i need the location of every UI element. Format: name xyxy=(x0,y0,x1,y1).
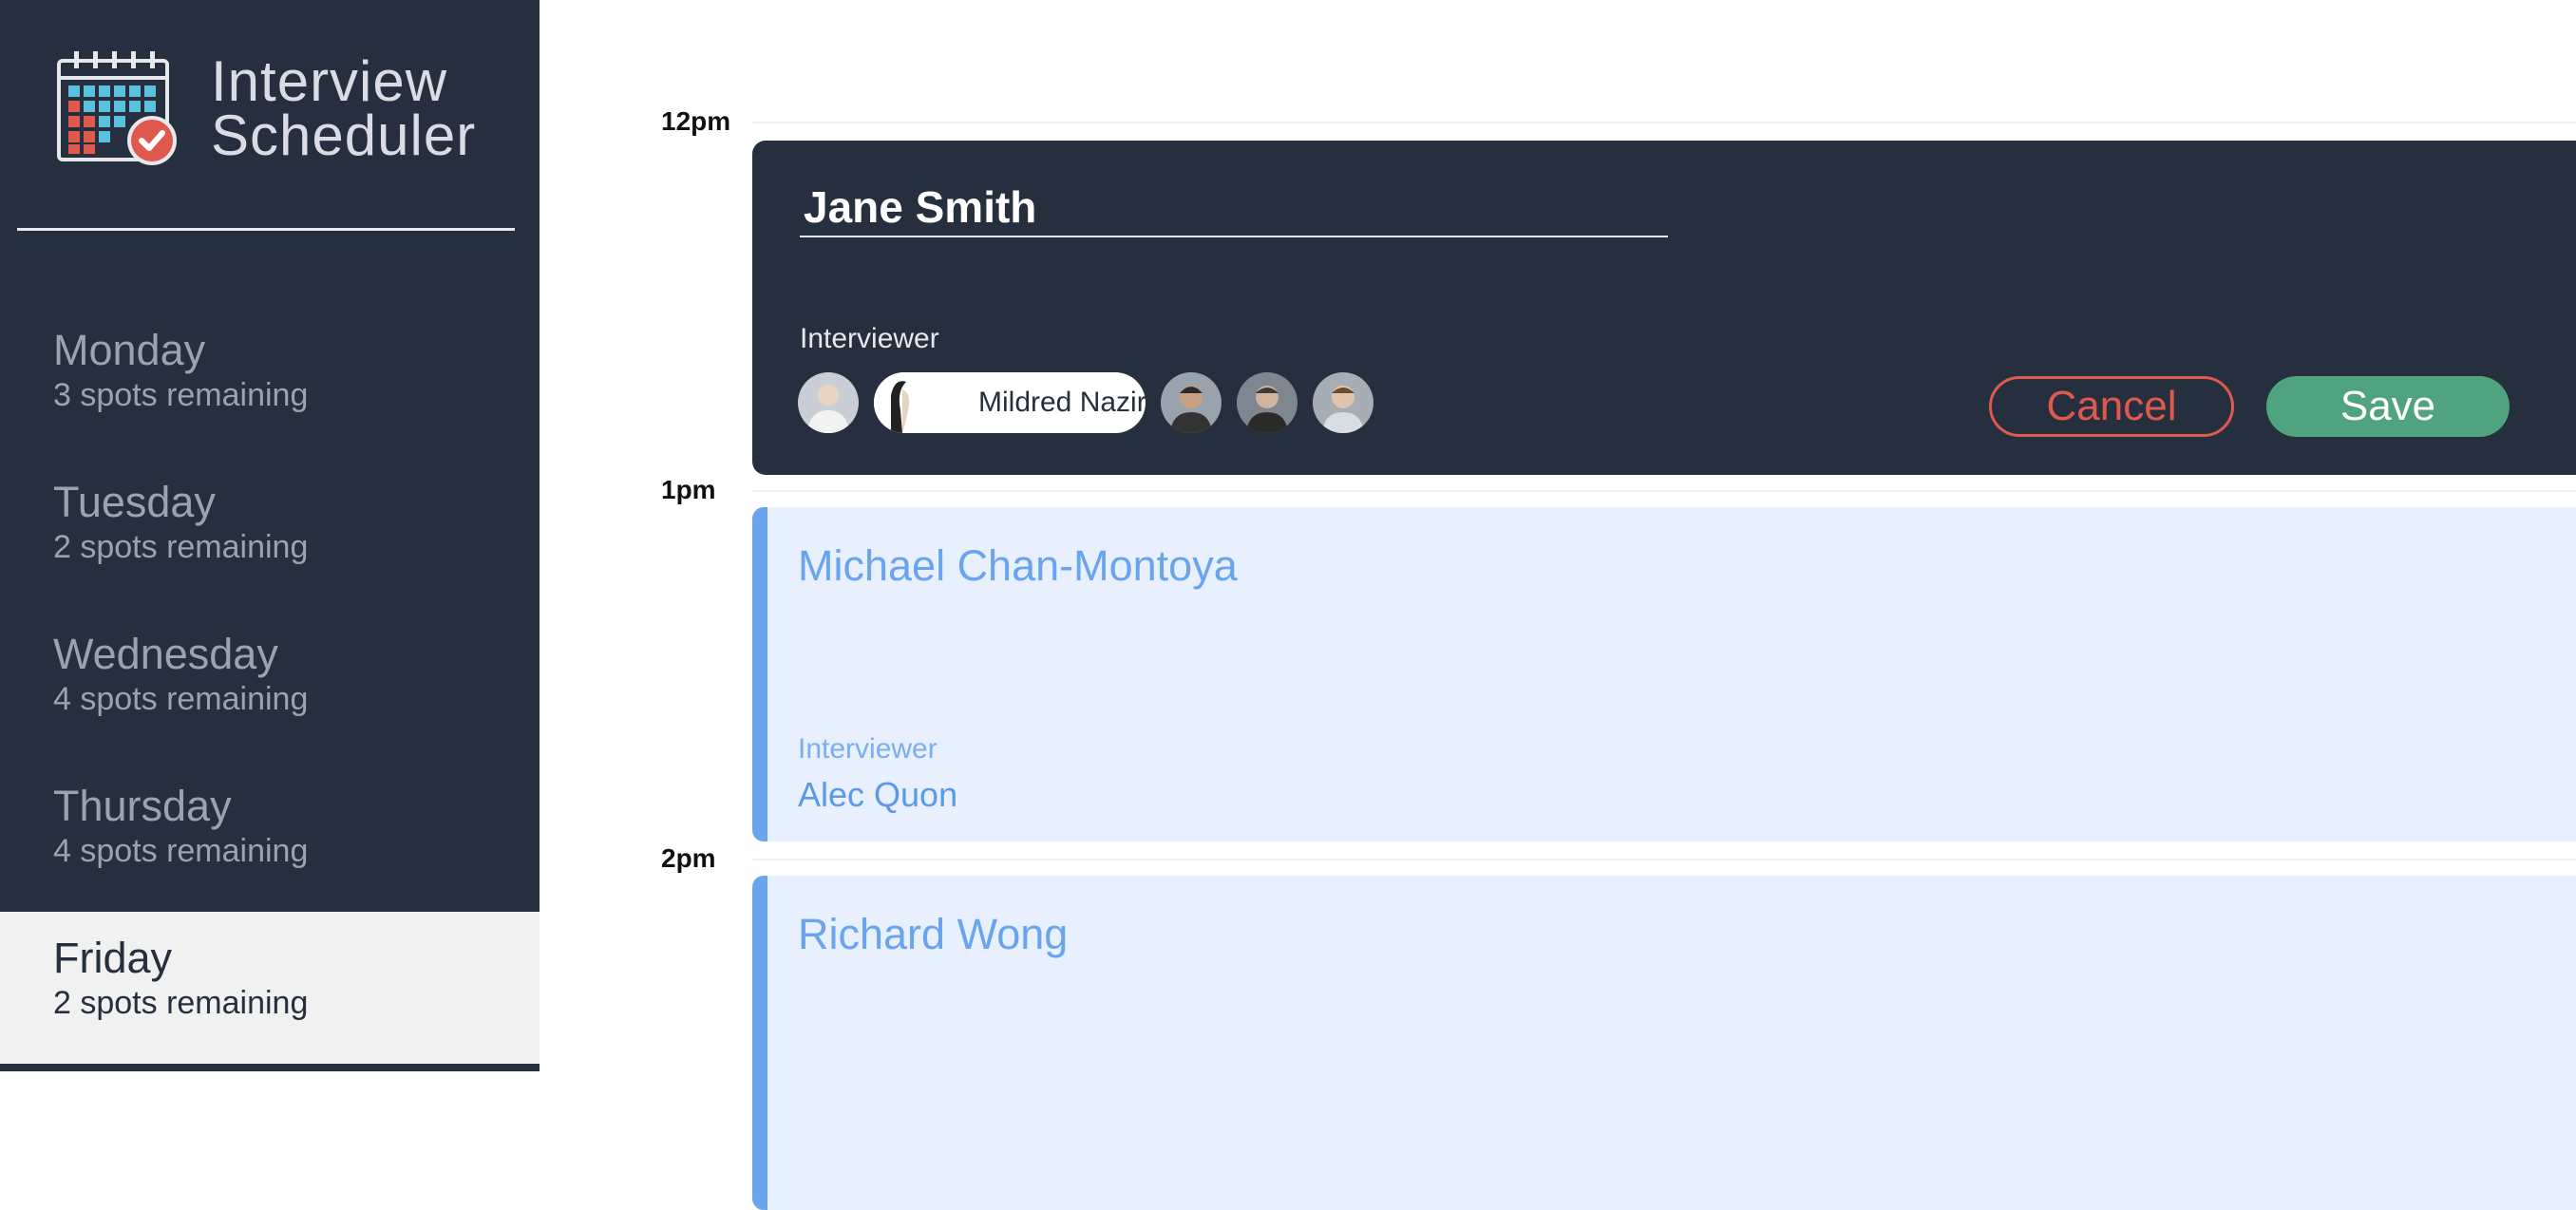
time-label: 1pm xyxy=(661,475,716,504)
sidebar-divider xyxy=(17,228,515,231)
interviewer-label: Interviewer xyxy=(800,323,939,354)
day-name: Tuesday xyxy=(53,478,216,526)
app-title-line1: Interview xyxy=(211,49,448,113)
interviewer-option-selected[interactable]: Mildred Nazir xyxy=(874,372,1146,433)
appointment-student: Richard Wong xyxy=(798,910,1069,958)
appointment-student: Michael Chan-Montoya xyxy=(798,541,1238,590)
day-name: Wednesday xyxy=(53,630,278,678)
day-spots: 2 spots remaining xyxy=(53,529,309,565)
appointment-card[interactable]: Richard Wong xyxy=(752,876,2576,1210)
sidebar: Interview Scheduler Monday 3 spots remai… xyxy=(0,0,540,1071)
avatar xyxy=(1237,372,1297,433)
interviewer-option[interactable] xyxy=(1237,372,1297,433)
day-spots: 4 spots remaining xyxy=(53,681,309,717)
calendar-check-icon xyxy=(57,51,177,165)
day-spots: 4 spots remaining xyxy=(53,833,309,869)
avatar xyxy=(798,372,859,433)
interviewer-option[interactable] xyxy=(1161,372,1222,433)
day-spots: 2 spots remaining xyxy=(53,985,309,1021)
appointment-card[interactable]: Michael Chan-Montoya Interviewer Alec Qu… xyxy=(752,507,2576,841)
day-name: Friday xyxy=(53,934,173,982)
day-item-friday[interactable]: Friday 2 spots remaining xyxy=(0,912,540,1064)
day-item-wednesday[interactable]: Wednesday 4 spots remaining xyxy=(0,608,540,760)
day-item-thursday[interactable]: Thursday 4 spots remaining xyxy=(0,760,540,912)
slot-separator xyxy=(752,122,2576,123)
appointment-interviewer-name: Alec Quon xyxy=(798,775,958,814)
day-name: Thursday xyxy=(53,782,232,830)
schedule: 12pm Interviewer xyxy=(540,0,2576,1210)
cancel-button[interactable]: Cancel xyxy=(1989,376,2234,437)
save-button[interactable]: Save xyxy=(2266,376,2510,437)
avatar xyxy=(1313,372,1373,433)
day-item-tuesday[interactable]: Tuesday 2 spots remaining xyxy=(0,456,540,608)
interviewer-option[interactable] xyxy=(1313,372,1373,433)
day-list: Monday 3 spots remaining Tuesday 2 spots… xyxy=(0,304,540,1064)
avatar xyxy=(1161,372,1222,433)
student-name-input[interactable] xyxy=(800,179,1668,237)
interviewer-option[interactable] xyxy=(798,372,859,433)
appointment-interviewer-label: Interviewer xyxy=(798,733,938,765)
interviewer-list: Mildred Nazir xyxy=(798,372,1389,433)
day-spots: 3 spots remaining xyxy=(53,377,309,413)
appointment-form: Interviewer Mildred Nazir xyxy=(752,141,2576,475)
time-label: 2pm xyxy=(661,843,716,873)
slot-separator xyxy=(752,859,2576,860)
avatar xyxy=(874,372,935,433)
brand: Interview Scheduler xyxy=(55,49,476,167)
day-item-monday[interactable]: Monday 3 spots remaining xyxy=(0,304,540,456)
time-label: 12pm xyxy=(661,106,731,136)
selected-interviewer-name: Mildred Nazir xyxy=(978,387,1146,418)
day-name: Monday xyxy=(53,326,206,374)
app-title: Interview Scheduler xyxy=(211,49,477,167)
app-title-line2: Scheduler xyxy=(211,104,477,167)
slot-separator xyxy=(752,490,2576,492)
